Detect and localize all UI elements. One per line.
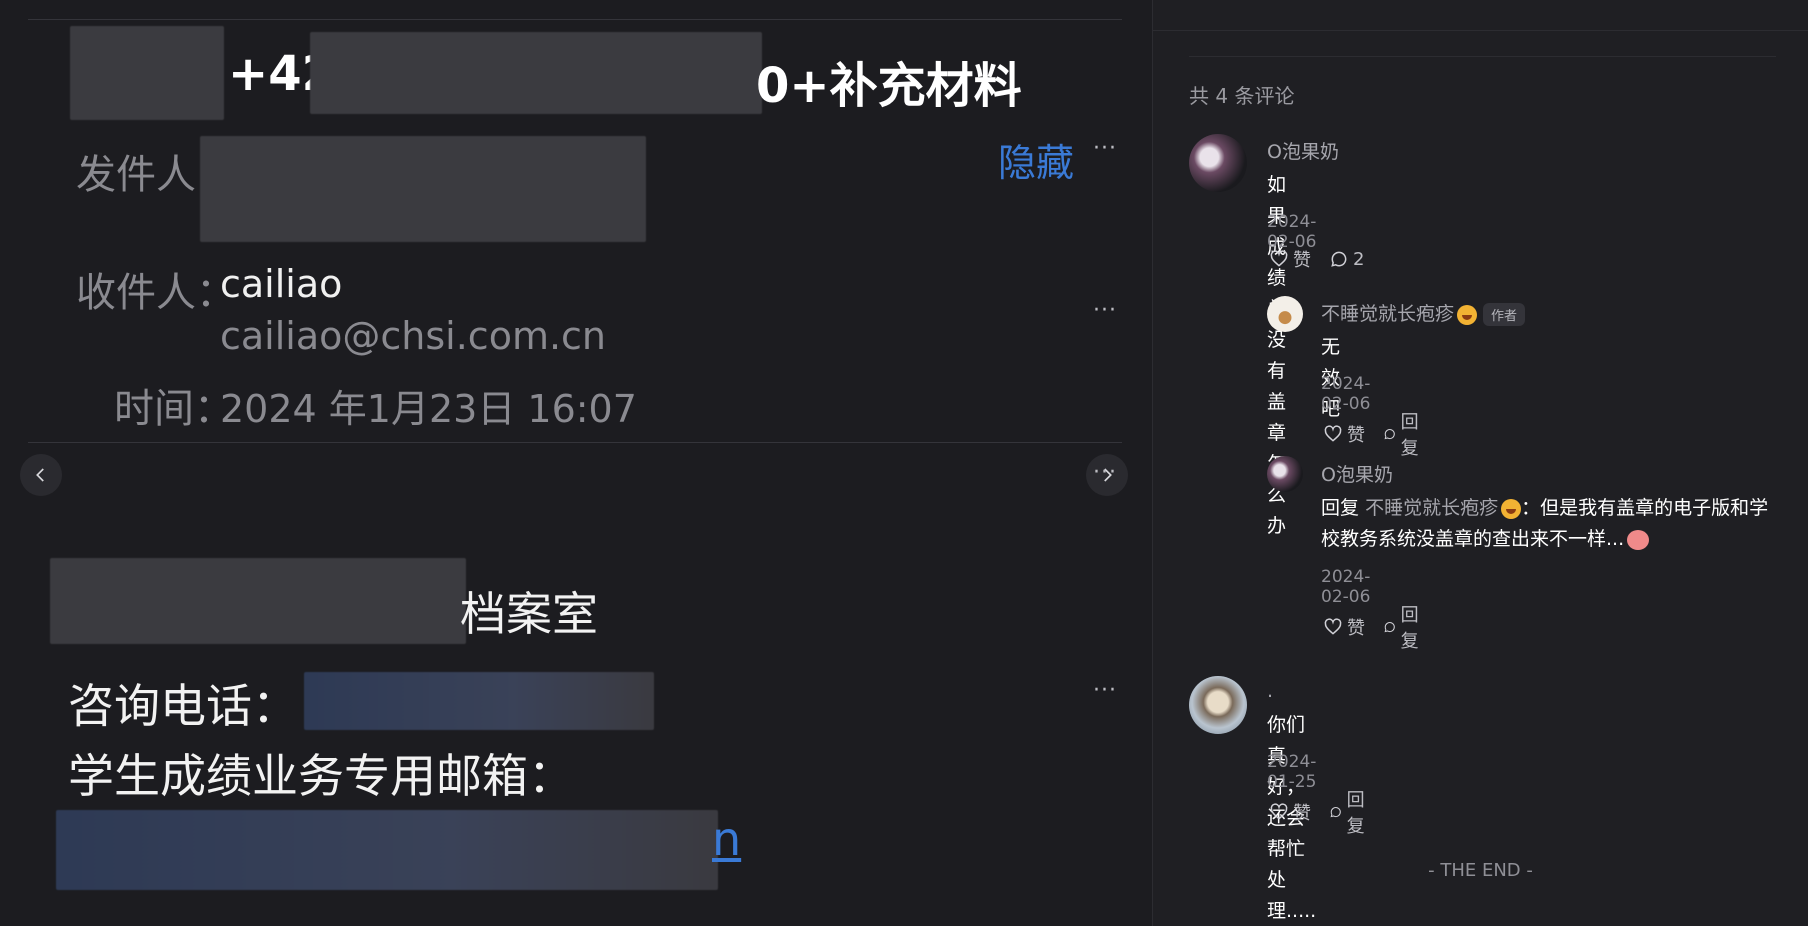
reply-count: 2: [1353, 248, 1365, 270]
reply-prefix: 回复: [1321, 497, 1360, 519]
reply-label: 回复: [1400, 605, 1419, 652]
redacted-block: [310, 32, 762, 114]
image-divider-top: [28, 19, 1122, 20]
avatar[interactable]: [1267, 456, 1303, 492]
reply-button[interactable]: 回复: [1383, 408, 1425, 460]
more-options-button[interactable]: ···: [1093, 136, 1117, 161]
reply-to-username[interactable]: 不睡觉就长疱疹: [1365, 497, 1498, 519]
more-options-button[interactable]: ···: [1093, 678, 1117, 703]
email-link-tail: n: [712, 812, 742, 866]
archive-office-label: 档案室: [460, 587, 598, 641]
heart-icon: [1324, 618, 1342, 635]
avatar[interactable]: [1267, 296, 1303, 332]
comment-actions: 赞 回复: [1269, 786, 1371, 838]
redacted-block: [200, 136, 646, 242]
heart-icon: [1324, 425, 1342, 442]
chevron-left-icon: [36, 468, 44, 482]
redacted-email: [56, 810, 718, 890]
email-label: 学生成绩业务专用邮箱：: [68, 749, 574, 803]
reply-username[interactable]: O泡果奶: [1321, 460, 1393, 487]
recipient-name: cailiao: [220, 262, 343, 306]
avatar[interactable]: [1189, 134, 1247, 192]
comment-bubble-icon: [1330, 807, 1341, 818]
comment-username[interactable]: O泡果奶: [1267, 137, 1339, 164]
image-viewer[interactable]: +42 0+补充材料 发件人 隐藏 收件人： cailiao cailiao@c…: [0, 0, 1152, 926]
redacted-block: [50, 558, 466, 644]
comment-bubble-icon: [1384, 429, 1395, 440]
reply-username-text: 不睡觉就长疱疹: [1321, 303, 1455, 325]
grin-emoji-icon: [1501, 498, 1522, 519]
grin-emoji-icon: [1457, 304, 1478, 325]
recipient-email: cailiao@chsi.com.cn: [220, 314, 607, 358]
redacted-block: [70, 26, 224, 120]
reply-username[interactable]: 不睡觉就长疱疹 作者: [1321, 299, 1526, 326]
avatar[interactable]: [1189, 676, 1247, 734]
crying-emoji-icon: [1627, 529, 1650, 550]
end-marker: - THE END -: [1428, 860, 1533, 881]
subject-text-end: 0+补充材料: [756, 58, 1022, 114]
like-button[interactable]: 赞: [1269, 786, 1311, 838]
like-button[interactable]: 赞: [1269, 246, 1311, 272]
phone-label: 咨询电话：: [68, 679, 298, 733]
comment-count: 共 4 条评论: [1189, 84, 1295, 108]
more-options-button[interactable]: ···: [1093, 460, 1117, 485]
hide-link: 隐藏: [998, 141, 1075, 185]
comment-bubble-icon: [1331, 251, 1347, 267]
comment-bubble-icon: [1384, 622, 1395, 633]
comment-actions: 赞 2: [1269, 246, 1364, 272]
reply-text: 回复 不睡觉就长疱疹 ：但是我有盖章的电子版和学校教务系统没盖章的查出来不一样..…: [1321, 493, 1773, 555]
app-window: +42 0+补充材料 发件人 隐藏 收件人： cailiao cailiao@c…: [0, 0, 1808, 926]
image-divider: [28, 442, 1122, 443]
more-options-button[interactable]: ···: [1093, 298, 1117, 323]
like-button[interactable]: 赞: [1323, 408, 1365, 460]
heart-icon: [1270, 803, 1288, 820]
author-badge: 作者: [1483, 303, 1526, 326]
reply-label: 回复: [1346, 790, 1365, 837]
like-button[interactable]: 赞: [1323, 601, 1365, 653]
redacted-phone: [304, 672, 654, 730]
like-label: 赞: [1293, 250, 1311, 271]
reply-actions: 赞 回复: [1323, 601, 1425, 653]
heart-icon: [1270, 250, 1288, 267]
comment-username[interactable]: .: [1267, 680, 1273, 702]
time-label: 时间：: [114, 386, 234, 432]
sender-label: 发件人: [76, 152, 196, 198]
time-value: 2024 年1月23日 16:07: [220, 387, 637, 431]
like-label: 赞: [1347, 618, 1365, 639]
panel-top-divider: [1153, 30, 1808, 31]
reply-button[interactable]: 回复: [1329, 786, 1371, 838]
reply-actions: 赞 回复: [1323, 408, 1425, 460]
recipient-label: 收件人：: [76, 270, 236, 316]
reply-button[interactable]: 回复: [1383, 601, 1425, 653]
previous-image-button[interactable]: [20, 454, 62, 496]
like-label: 赞: [1347, 425, 1365, 446]
like-label: 赞: [1293, 803, 1311, 824]
reply-count-button[interactable]: 2: [1329, 246, 1364, 272]
comments-panel: 共 4 条评论 O泡果奶 ··· 如果成绩单没有盖章怎么办 2024-02-06…: [1093, 0, 1808, 926]
comments-header-divider: [1189, 56, 1776, 57]
reply-label: 回复: [1400, 412, 1419, 459]
